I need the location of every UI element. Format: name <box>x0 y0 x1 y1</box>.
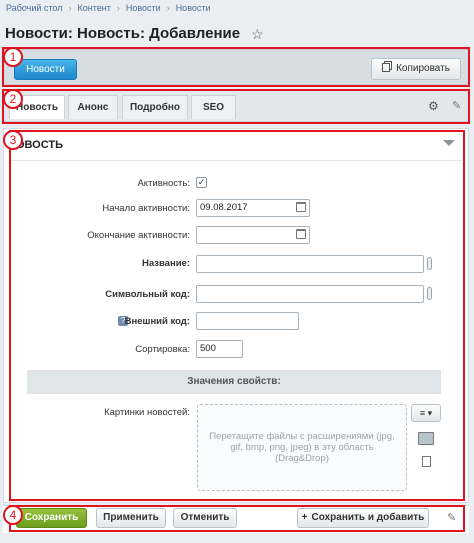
annotation-frame <box>2 47 470 87</box>
breadcrumb: Рабочий стол › Контент › Новости › Новости <box>6 3 211 13</box>
breadcrumb-item[interactable]: Контент <box>78 3 111 13</box>
breadcrumb-item[interactable]: Рабочий стол <box>6 3 63 13</box>
annotation-frame <box>2 89 470 124</box>
annotation-number: 1 <box>3 47 23 67</box>
breadcrumb-separator: › <box>116 3 120 13</box>
breadcrumb-separator: › <box>166 3 170 13</box>
breadcrumb-item[interactable]: Новости <box>176 3 211 13</box>
page-title: Новости: Новость: Добавление <box>5 25 241 42</box>
breadcrumb-separator: › <box>68 3 72 13</box>
annotation-frame <box>9 505 465 532</box>
annotation-number: 2 <box>3 89 23 109</box>
breadcrumb-item[interactable]: Новости <box>126 3 161 13</box>
annotation-frame <box>9 130 465 501</box>
annotation-number: 3 <box>3 130 23 150</box>
annotation-number: 4 <box>3 505 23 525</box>
favorite-star-icon[interactable]: ☆ <box>251 26 264 43</box>
